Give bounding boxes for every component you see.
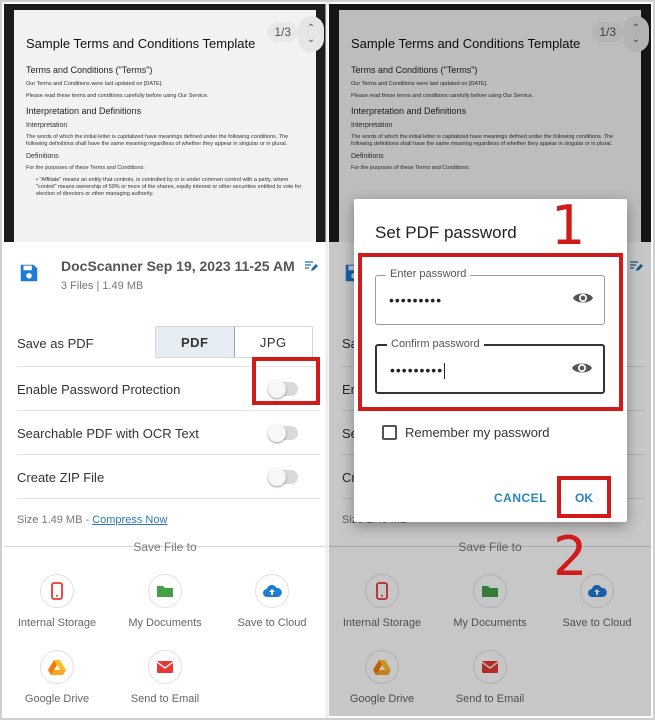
zip-row: Create ZIP File	[17, 454, 320, 498]
highlight-ok-button	[557, 476, 611, 518]
doc-def-intro: For the purposes of these Terms and Cond…	[26, 165, 145, 171]
file-name: DocScanner Sep 19, 2023 11-25 AM	[61, 258, 295, 274]
highlight-password-toggle	[252, 357, 320, 405]
toggle-knob	[268, 424, 286, 442]
toggle-knob	[268, 468, 286, 486]
step-2-label: 2	[553, 525, 588, 588]
dialog-title: Set PDF password	[375, 223, 517, 242]
circle	[40, 574, 74, 608]
doc-heading: Terms and Conditions ("Terms")	[26, 65, 153, 75]
cancel-button[interactable]: CANCEL	[494, 491, 547, 505]
document-page: Sample Terms and Conditions Template Ter…	[14, 10, 316, 260]
compress-now-link[interactable]: Compress Now	[92, 514, 167, 526]
right-screen: Sample Terms and Conditions Template Ter…	[329, 4, 651, 716]
step-1-label: 1	[551, 194, 586, 257]
dest-label: Google Drive	[24, 693, 90, 705]
size-text: Size 1.49 MB - Compress Now	[17, 514, 167, 526]
dest-internal-storage[interactable]: Internal Storage	[7, 574, 107, 629]
edit-icon[interactable]	[304, 260, 318, 272]
ocr-label: Searchable PDF with OCR Text	[17, 426, 199, 441]
remember-checkbox[interactable]	[382, 425, 397, 440]
dest-my-documents[interactable]: My Documents	[115, 574, 215, 629]
circle	[255, 574, 289, 608]
save-disk-icon	[20, 264, 38, 282]
folder-icon	[157, 586, 173, 597]
document-preview: Sample Terms and Conditions Template Ter…	[4, 4, 326, 260]
remember-password-row[interactable]: Remember my password	[382, 425, 550, 440]
highlight-password-fields	[358, 253, 623, 411]
doc-updated: Our Terms and Conditions were last updat…	[26, 81, 163, 87]
doc-read: Please read these terms and conditions c…	[26, 93, 209, 99]
dest-label: Internal Storage	[17, 617, 97, 629]
page-indicator: 1/3	[267, 22, 298, 42]
chevron-down-icon[interactable]: ⌄	[307, 34, 315, 45]
doc-sub2: Definitions	[26, 153, 59, 160]
format-jpg-button[interactable]: JPG	[235, 327, 313, 357]
file-meta: 3 Files | 1.49 MB	[61, 280, 144, 292]
password-label: Enable Password Protection	[17, 382, 181, 397]
format-pdf-button[interactable]: PDF	[156, 327, 235, 357]
dest-google-drive[interactable]: Google Drive	[7, 650, 107, 705]
chevron-up-icon[interactable]: ⌃	[307, 23, 315, 34]
circle	[148, 574, 182, 608]
save-as-label: Save as PDF	[17, 336, 94, 351]
zip-toggle[interactable]	[268, 468, 298, 486]
dest-send-to-email[interactable]: Send to Email	[115, 650, 215, 705]
size-label: Size 1.49 MB -	[17, 514, 93, 526]
doc-def-item: • "Affiliate" means an entity that contr…	[36, 177, 302, 197]
page-nav-arrows[interactable]: ⌃ ⌄	[298, 16, 324, 52]
email-icon	[156, 661, 174, 673]
google-drive-icon	[48, 660, 66, 675]
ocr-row: Searchable PDF with OCR Text	[17, 410, 320, 454]
save-as-row: Save as PDF PDF JPG	[17, 314, 320, 358]
ocr-toggle[interactable]	[268, 424, 298, 442]
phone-icon	[51, 582, 63, 600]
file-header: DocScanner Sep 19, 2023 11-25 AM 3 Files…	[4, 242, 326, 302]
circle	[40, 650, 74, 684]
dest-save-to-cloud[interactable]: Save to Cloud	[222, 574, 322, 629]
dest-label: My Documents	[128, 617, 202, 629]
left-screen: Sample Terms and Conditions Template Ter…	[4, 4, 326, 716]
doc-interp-text: The words of which the initial letter is…	[26, 134, 289, 147]
dest-label: Save to Cloud	[237, 617, 307, 629]
dest-label: Send to Email	[130, 693, 200, 705]
format-selector: PDF JPG	[155, 326, 313, 358]
circle	[148, 650, 182, 684]
doc-section: Interpretation and Definitions	[26, 106, 142, 116]
remember-label: Remember my password	[405, 425, 550, 440]
size-row: Size 1.49 MB - Compress Now	[17, 498, 320, 542]
cloud-upload-icon	[263, 584, 282, 597]
doc-sub1: Interpretation	[26, 122, 68, 129]
doc-title: Sample Terms and Conditions Template	[26, 36, 256, 51]
save-sheet: DocScanner Sep 19, 2023 11-25 AM 3 Files…	[4, 242, 326, 716]
zip-label: Create ZIP File	[17, 470, 105, 485]
save-file-to-label: Save File to	[133, 540, 197, 554]
